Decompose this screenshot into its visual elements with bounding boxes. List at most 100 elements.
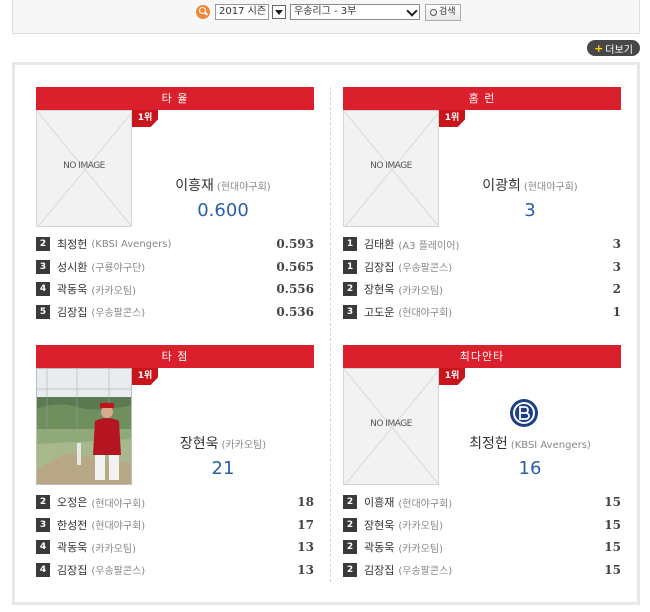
player-team: (현대야구회) [91,521,146,533]
player-team: (A3 플레이어) [398,240,460,252]
player-team: (현대야구회) [398,308,453,320]
player-name: 곽동욱 [57,283,88,297]
player-name: 한성전 [57,518,88,532]
stat-value: 15 [604,495,621,510]
list-item[interactable]: 5 김장집 (우송팔콘스) 0.536 [36,301,314,324]
leader-team: (카카오팀) [221,440,267,451]
leader-name[interactable]: 이광희 (현대야구회) [439,175,621,195]
rank-badge: 1위 [439,368,465,385]
stat-value: 0.565 [276,259,314,274]
list-item[interactable]: 2 장현욱 (카카오팀) 15 [343,514,621,537]
stat-value: 3 [612,259,621,274]
rank-number: 1 [343,237,357,252]
rank-number: 4 [36,282,50,297]
leader-player-name: 이광희 [482,178,521,194]
leader-card: 1위 장현욱 (카카오팀) 21 [36,368,314,491]
rank-number: 3 [36,259,50,274]
stat-value: 0.556 [276,282,314,297]
leader-team: (현대야구회) [523,182,578,193]
player-team: (KBSI Avengers) [91,238,172,250]
leader-value: 16 [518,458,542,479]
list-item[interactable]: 2 최정헌 (KBSI Avengers) 0.593 [36,233,314,256]
rank-number: 2 [36,495,50,510]
stat-value: 15 [604,540,621,555]
leader-name[interactable]: 최정헌 (KBSI Avengers) [439,433,621,453]
player-name: 이흥재 [364,496,395,510]
stat-value: 18 [297,495,314,510]
player-name: 장현욱 [364,518,395,532]
stat-value: 0.536 [276,304,314,319]
list-item[interactable]: 3 한성전 (현대야구회) 17 [36,514,314,537]
player-team: (현대야구회) [398,498,453,510]
list-item[interactable]: 4 곽동욱 (카카오팀) 13 [36,536,314,559]
rank-number: 3 [36,517,50,532]
list-item[interactable]: 4 곽동욱 (카카오팀) 0.556 [36,278,314,301]
rank-number: 4 [36,562,50,577]
player-name: 김장집 [57,563,88,577]
leader-value: 21 [211,458,235,479]
player-team: (카카오팀) [398,543,443,555]
panel-title: 타 율 [36,87,314,110]
list-item[interactable]: 2 김장집 (우송팔콘스) 15 [343,559,621,582]
magnifier-icon [430,8,438,16]
leader-card: NO IMAGE 1위 이흥재 (현대야구회) 0.600 [36,110,314,233]
more-button[interactable]: + 더보기 [587,40,640,56]
leader-player-name: 이흥재 [175,178,214,194]
leader-name[interactable]: 장현욱 (카카오팀) [132,433,314,453]
list-item[interactable]: 1 김태환 (A3 플레이어) 3 [343,233,621,256]
league-select[interactable]: 우송리그 - 3부 [290,4,421,20]
leader-player-name: 최정헌 [469,436,508,452]
rank-number: 4 [36,540,50,555]
rank-number: 5 [36,304,50,319]
list-item[interactable]: 3 고도운 (현대야구회) 1 [343,301,621,324]
rank-number: 2 [343,562,357,577]
search-button[interactable]: 검색 [425,3,461,21]
list-item[interactable]: 3 성시환 (구룡야구단) 0.565 [36,256,314,279]
panel-home-runs: 홈 런 NO IMAGE 1위 이광희 (현대야구회) 3 1 김태환 (A3 플레이… [343,87,621,323]
filter-bar: 2017 시즌 우송리그 - 3부 검색 [12,0,640,34]
rank-badge: 1위 [132,368,158,385]
stat-value: 1 [612,304,621,319]
season-label: 2017 시즌 [219,6,267,17]
player-team: (우송팔콘스) [91,308,146,320]
list-item[interactable]: 1 김장집 (우송팔콘스) 3 [343,256,621,279]
season-dropdown-arrow-icon[interactable] [272,5,287,19]
list-item[interactable]: 2 곽동욱 (카카오팀) 15 [343,536,621,559]
season-select[interactable]: 2017 시즌 [215,4,270,20]
rank-badge: 1위 [132,110,158,127]
rank-number: 2 [343,282,357,297]
panel-title: 타 점 [36,345,314,368]
rank-number: 1 [343,259,357,274]
column-divider [330,87,331,582]
player-photo [36,368,132,485]
player-team: (카카오팀) [398,285,443,297]
more-button-label: 더보기 [605,44,633,56]
leader-name[interactable]: 이흥재 (현대야구회) [132,175,314,195]
player-team: (카카오팀) [398,521,443,533]
leader-value: 0.600 [197,200,249,221]
rank-badge: 1위 [439,110,465,127]
stat-value: 13 [297,562,314,577]
player-name: 곽동욱 [364,541,395,555]
panel-rbi: 타 점 1위 장현욱 (카카오팀) 21 2 오정은 (현대야구회) 18 3 … [36,345,314,581]
rank-number: 2 [343,517,357,532]
player-team: (우송팔콘스) [398,263,453,275]
list-item[interactable]: 2 오정은 (현대야구회) 18 [36,491,314,514]
stat-value: 17 [297,517,314,532]
rank-list: 2 최정헌 (KBSI Avengers) 0.593 3 성시환 (구룡야구단) 0.56… [36,233,314,323]
player-name: 김태환 [364,238,395,252]
rankings-container: 타 율 NO IMAGE 1위 이흥재 (현대야구회) 0.600 2 최정헌 (KB… [12,62,640,605]
filter-controls: 2017 시즌 우송리그 - 3부 검색 [196,3,461,21]
list-item[interactable]: 2 이흥재 (현대야구회) 15 [343,491,621,514]
player-photo-placeholder: NO IMAGE [36,110,132,227]
rank-number: 3 [343,304,357,319]
player-name: 김장집 [57,305,88,319]
list-item[interactable]: 2 장현욱 (카카오팀) 2 [343,278,621,301]
player-name: 오정은 [57,496,88,510]
player-team: (우송팔콘스) [91,566,146,578]
rank-list: 2 오정은 (현대야구회) 18 3 한성전 (현대야구회) 17 4 곽동욱 (카카오팀) 13… [36,491,314,581]
list-item[interactable]: 4 김장집 (우송팔콘스) 13 [36,559,314,582]
leader-team: (KBSI Avengers) [510,440,591,451]
player-photo-placeholder: NO IMAGE [343,368,439,485]
search-button-label: 검색 [439,6,456,17]
